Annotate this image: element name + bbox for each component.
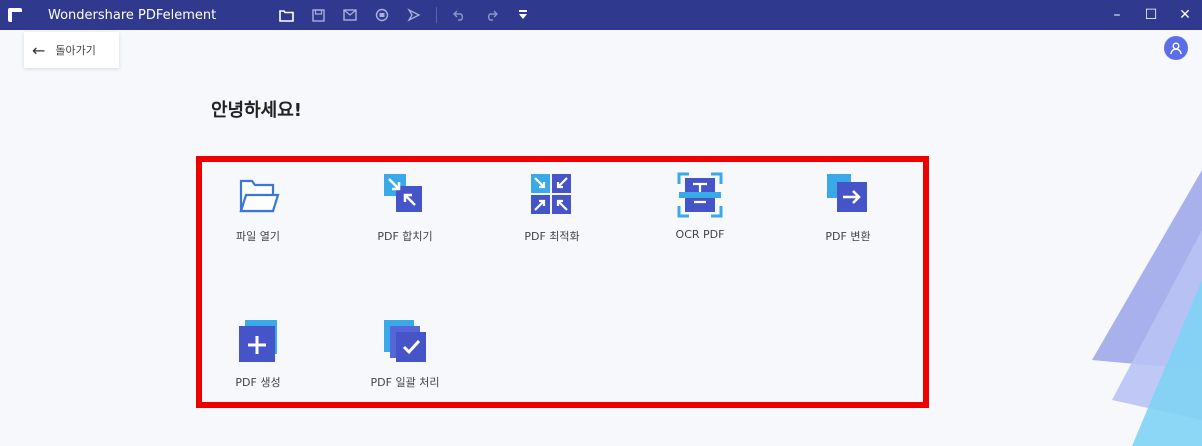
- tool-label: PDF 변환: [825, 230, 871, 243]
- toolbar-divider: [436, 7, 437, 23]
- tool-label: 파일 열기: [236, 230, 280, 243]
- undo-icon[interactable]: [443, 0, 475, 30]
- close-button[interactable]: ✕: [1168, 0, 1202, 30]
- dropdown-icon[interactable]: [507, 0, 539, 30]
- tool-ocr-pdf[interactable]: OCR PDF: [640, 172, 760, 241]
- combine-icon: [382, 172, 428, 218]
- minimize-button[interactable]: –: [1100, 0, 1134, 30]
- mail-icon[interactable]: [334, 0, 366, 30]
- folder-icon: [235, 172, 281, 218]
- greeting-heading: 안녕하세요!: [211, 100, 303, 121]
- optimize-icon: [529, 172, 575, 218]
- redo-icon[interactable]: [475, 0, 507, 30]
- folder-icon[interactable]: [270, 0, 302, 30]
- quick-toolbar: [270, 0, 539, 30]
- batch-icon: [382, 318, 428, 364]
- back-button-label: 돌아가기: [55, 44, 96, 57]
- tool-label: PDF 생성: [235, 376, 281, 389]
- tool-label: PDF 합치기: [377, 230, 433, 243]
- window-controls: – ☐ ✕: [1100, 0, 1202, 30]
- print-icon[interactable]: [366, 0, 398, 30]
- tool-convert-pdf[interactable]: PDF 변환: [788, 172, 908, 244]
- arrow-left-icon: ←: [32, 40, 46, 60]
- tool-combine-pdf[interactable]: PDF 합치기: [345, 172, 465, 244]
- title-bar: Wondershare PDFelement – ☐ ✕: [0, 0, 1202, 30]
- tool-open-file[interactable]: 파일 열기: [198, 172, 318, 244]
- tool-batch-process[interactable]: PDF 일괄 처리: [345, 318, 465, 390]
- share-icon[interactable]: [398, 0, 430, 30]
- ocr-icon: [677, 172, 723, 218]
- maximize-button[interactable]: ☐: [1134, 0, 1168, 30]
- tool-label: PDF 최적화: [524, 230, 580, 243]
- convert-icon: [825, 172, 871, 218]
- app-logo-icon: [8, 8, 22, 22]
- tool-label: OCR PDF: [675, 228, 725, 241]
- tool-label: PDF 일괄 처리: [370, 376, 440, 389]
- tool-create-pdf[interactable]: PDF 생성: [198, 318, 318, 390]
- app-title: Wondershare PDFelement: [48, 7, 217, 23]
- back-button[interactable]: ← 돌아가기: [24, 32, 119, 68]
- tool-optimize-pdf[interactable]: PDF 최적화: [492, 172, 612, 244]
- save-icon[interactable]: [302, 0, 334, 30]
- decorative-graphic: [1092, 170, 1202, 446]
- user-avatar-icon[interactable]: [1164, 36, 1188, 60]
- create-icon: [235, 318, 281, 364]
